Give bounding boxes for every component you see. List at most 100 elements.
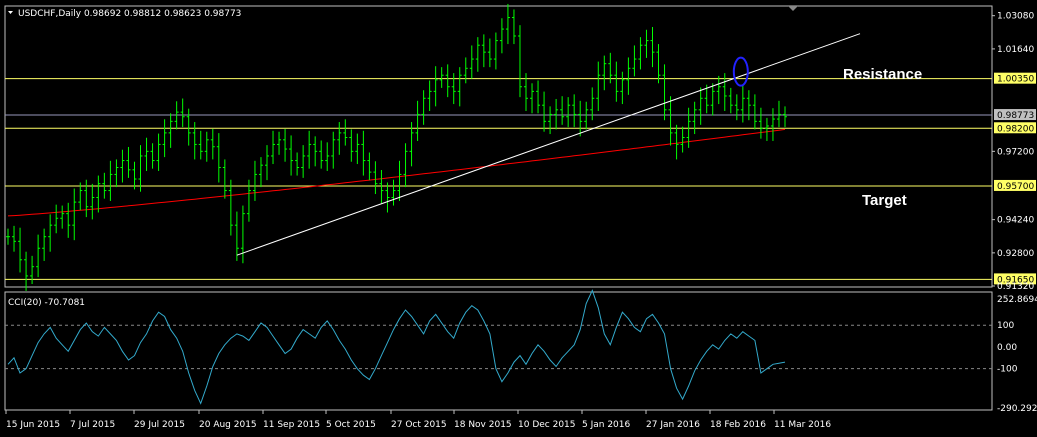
date-tick-label: 5 Oct 2015 xyxy=(326,420,376,430)
price-bar xyxy=(186,108,191,146)
price-bar xyxy=(228,179,233,236)
price-bar xyxy=(578,100,583,137)
price-bar xyxy=(96,175,101,213)
price-bar xyxy=(764,117,769,141)
cci-tick-label: 252.8694 xyxy=(997,295,1037,305)
price-bar xyxy=(337,122,342,155)
price-bar xyxy=(584,101,589,130)
date-tick-label: 20 Aug 2015 xyxy=(199,420,257,430)
price-bar xyxy=(162,119,167,158)
price-bar xyxy=(54,204,59,234)
price-bar xyxy=(517,25,522,98)
price-bar xyxy=(240,205,245,264)
price-bar xyxy=(626,57,631,95)
price-bar xyxy=(361,130,366,176)
price-tick-label: 0.91320 xyxy=(997,282,1034,292)
price-bar xyxy=(572,94,577,128)
price-bar xyxy=(433,66,438,107)
trendline-layer xyxy=(236,33,861,256)
date-tick-label: 15 Jun 2015 xyxy=(6,420,60,430)
price-bar xyxy=(289,135,294,176)
price-bar xyxy=(90,183,95,220)
resistance-ellipse xyxy=(732,56,749,87)
date-tick-label: 27 Jan 2016 xyxy=(646,420,700,430)
price-tick-label: 0.98773 xyxy=(997,111,1034,121)
price-bar xyxy=(632,45,637,77)
price-bar xyxy=(120,149,125,183)
price-bar xyxy=(252,160,257,201)
dropdown-triangle-icon[interactable] xyxy=(8,11,13,14)
price-bar xyxy=(84,179,89,218)
price-bar xyxy=(614,61,619,102)
price-bar xyxy=(295,152,300,176)
price-bar xyxy=(66,202,71,238)
price-bar xyxy=(770,108,775,141)
price-tick-label: 0.98200 xyxy=(997,124,1034,134)
price-bar xyxy=(457,67,462,107)
price-bar xyxy=(499,18,504,54)
price-bar xyxy=(72,188,77,241)
price-bar xyxy=(234,211,239,261)
price-tick-label: 1.01640 xyxy=(997,45,1034,55)
price-bar xyxy=(536,80,541,114)
price-bar xyxy=(277,131,282,155)
price-bar xyxy=(752,94,757,130)
price-bar xyxy=(355,133,360,165)
price-bar xyxy=(222,159,227,199)
resistance-annotation: Resistance xyxy=(843,66,922,83)
chart-shift-marker-icon[interactable] xyxy=(788,6,798,11)
price-bar xyxy=(716,75,721,105)
price-bar xyxy=(60,205,65,229)
price-bar xyxy=(343,119,348,146)
price-bar xyxy=(554,98,559,130)
date-tick-label: 7 Jul 2015 xyxy=(70,420,115,430)
price-bar xyxy=(114,159,119,188)
price-bar xyxy=(48,214,53,252)
date-tick-label: 18 Feb 2016 xyxy=(710,420,766,430)
price-tick-label: 0.97200 xyxy=(997,147,1034,157)
price-bar xyxy=(620,71,625,105)
price-bar xyxy=(156,133,161,171)
price-bar xyxy=(728,87,733,114)
price-bar xyxy=(710,83,715,116)
price-bar xyxy=(283,128,288,162)
price-bar xyxy=(421,90,426,125)
price-bar xyxy=(740,84,745,123)
date-tick-label: 5 Jan 2016 xyxy=(582,420,630,430)
date-tick-label: 27 Oct 2015 xyxy=(391,420,447,430)
price-bar xyxy=(783,106,787,128)
price-bar xyxy=(650,26,655,68)
price-bar xyxy=(668,96,673,146)
cci-tick-label: 0.00 xyxy=(997,343,1017,353)
price-bar xyxy=(493,32,498,70)
price-bar xyxy=(463,57,468,84)
price-bar xyxy=(373,161,378,195)
cci-line xyxy=(7,289,786,405)
date-tick-label: 18 Nov 2015 xyxy=(454,420,512,430)
price-bar xyxy=(108,160,113,201)
cci-layer xyxy=(5,289,992,405)
price-bar xyxy=(367,152,372,181)
price-bar xyxy=(403,143,408,188)
price-bar xyxy=(78,182,83,211)
price-bar xyxy=(734,94,739,121)
date-tick-label: 11 Sep 2015 xyxy=(263,420,320,430)
price-bar xyxy=(24,251,29,291)
price-bars-layer xyxy=(6,3,787,291)
target-annotation: Target xyxy=(862,192,907,209)
price-bar xyxy=(180,98,185,128)
price-tick-label: 1.03080 xyxy=(997,12,1034,22)
date-tick-label: 29 Jul 2015 xyxy=(134,420,185,430)
price-bar xyxy=(307,130,312,169)
price-bar xyxy=(138,145,143,192)
price-bar xyxy=(451,73,456,105)
moving-average-line xyxy=(7,128,786,217)
price-tick-label: 0.94240 xyxy=(997,216,1034,226)
price-bar xyxy=(349,129,354,162)
price-bar xyxy=(325,142,330,171)
price-bar xyxy=(379,170,384,204)
price-bar xyxy=(596,61,601,111)
price-bar xyxy=(210,128,215,160)
price-tick-label: 1.00350 xyxy=(997,75,1034,85)
price-bar xyxy=(662,64,667,121)
